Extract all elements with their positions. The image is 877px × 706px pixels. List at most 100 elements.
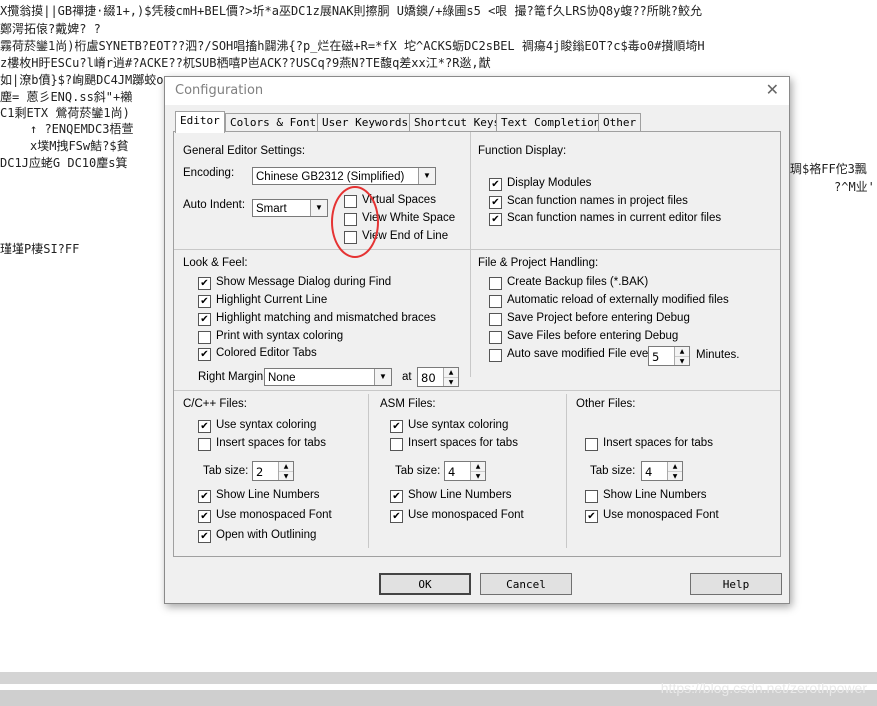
- save-files-debug-checkbox[interactable]: [489, 331, 502, 344]
- dialog-title: Configuration: [175, 83, 264, 98]
- show-find-dialog-checkbox[interactable]: ✔: [198, 277, 211, 290]
- bg-line: 琱$袼FF佗3飄: [790, 162, 867, 176]
- asm-files-heading: ASM Files:: [380, 398, 436, 410]
- other-monospaced-checkbox[interactable]: ✔: [585, 510, 598, 523]
- other-line-numbers-checkbox[interactable]: [585, 490, 598, 503]
- bg-line: 瑾墐P棲SI?FF: [0, 242, 80, 256]
- spin-up-icon[interactable]: ▲: [279, 462, 293, 472]
- cpp-monospaced-label: Use monospaced Font: [216, 509, 332, 521]
- bg-line: 霧荷菸鑾1尚)桁盧SYNETB?EOT??泗?/SOH唱搐h闢沸{?p_烂在磁+…: [0, 39, 705, 53]
- asm-line-numbers-checkbox[interactable]: ✔: [390, 490, 403, 503]
- tab-other[interactable]: Other: [598, 113, 642, 132]
- other-insert-spaces-checkbox[interactable]: [585, 438, 598, 451]
- spin-down-icon[interactable]: ▼: [471, 472, 485, 481]
- asm-monospaced-checkbox[interactable]: ✔: [390, 510, 403, 523]
- cpp-tab-size-label: Tab size:: [203, 465, 249, 477]
- print-syntax-checkbox[interactable]: [198, 331, 211, 344]
- other-tab-size-spinner[interactable]: 4 ▲ ▼: [641, 461, 683, 481]
- highlight-line-checkbox[interactable]: ✔: [198, 295, 211, 308]
- asm-syntax-label: Use syntax coloring: [408, 419, 509, 431]
- cpp-line-numbers-checkbox[interactable]: ✔: [198, 490, 211, 503]
- cpp-outlining-checkbox[interactable]: ✔: [198, 530, 211, 543]
- general-settings-heading: General Editor Settings:: [183, 145, 306, 157]
- asm-tab-size-label: Tab size:: [395, 465, 441, 477]
- asm-tab-size-spinner[interactable]: 4 ▲ ▼: [444, 461, 486, 481]
- save-project-debug-checkbox[interactable]: [489, 313, 502, 326]
- close-icon[interactable]: ✕: [766, 80, 779, 99]
- tab-colors-fonts[interactable]: Colors & Fonts: [225, 113, 328, 132]
- cpp-insert-spaces-checkbox[interactable]: [198, 438, 211, 451]
- display-modules-label: Display Modules: [507, 177, 592, 189]
- bg-line: DC1J应蛯G DC10麈s箕: [0, 156, 128, 170]
- auto-indent-value: Smart: [256, 203, 287, 215]
- tab-editor[interactable]: Editor: [175, 111, 225, 133]
- right-margin-select[interactable]: None ▼: [264, 368, 392, 386]
- spin-down-icon[interactable]: ▼: [444, 378, 458, 387]
- scan-project-files-checkbox[interactable]: ✔: [489, 196, 502, 209]
- cpp-syntax-checkbox[interactable]: ✔: [198, 420, 211, 433]
- asm-line-numbers-label: Show Line Numbers: [408, 489, 512, 501]
- spinner-buttons[interactable]: ▲ ▼: [470, 462, 485, 480]
- colored-tabs-checkbox[interactable]: ✔: [198, 348, 211, 361]
- spin-down-icon[interactable]: ▼: [279, 472, 293, 481]
- right-margin-at-spinner[interactable]: 80 ▲ ▼: [417, 367, 459, 387]
- cpp-tab-size-spinner[interactable]: 2 ▲ ▼: [252, 461, 294, 481]
- bg-line: C1剩ETX 鶯荷菸鑾1尚): [0, 106, 130, 120]
- divider: [566, 394, 567, 548]
- spin-down-icon[interactable]: ▼: [668, 472, 682, 481]
- other-monospaced-label: Use monospaced Font: [603, 509, 719, 521]
- spin-up-icon[interactable]: ▲: [471, 462, 485, 472]
- auto-indent-label: Auto Indent:: [183, 199, 246, 211]
- create-backup-checkbox[interactable]: [489, 277, 502, 290]
- auto-save-spinner[interactable]: 5 ▲ ▼: [648, 346, 690, 366]
- auto-reload-checkbox[interactable]: [489, 295, 502, 308]
- tab-user-keywords[interactable]: User Keywords: [317, 113, 414, 132]
- display-modules-checkbox[interactable]: ✔: [489, 178, 502, 191]
- save-files-debug-label: Save Files before entering Debug: [507, 330, 679, 342]
- cpp-outlining-label: Open with Outlining: [216, 529, 317, 541]
- red-annotation-circle: [331, 186, 379, 258]
- minutes-label: Minutes.: [696, 349, 740, 361]
- highlight-braces-label: Highlight matching and mismatched braces: [216, 312, 436, 324]
- cancel-button[interactable]: Cancel: [480, 573, 572, 595]
- bg-line: ↑ ?ENQEMDC3梧萱: [30, 122, 134, 136]
- colored-tabs-label: Colored Editor Tabs: [216, 347, 317, 359]
- auto-indent-select[interactable]: Smart ▼: [252, 199, 328, 217]
- print-syntax-label: Print with syntax coloring: [216, 330, 344, 342]
- cpp-line-numbers-label: Show Line Numbers: [216, 489, 320, 501]
- scan-editor-files-label: Scan function names in current editor fi…: [507, 212, 722, 224]
- bg-line: 如|潦b僨}$?峋颶DC4JM躑蛟o鉏K%hjj罔? NAKtE?裻嬣(C臊r;…: [0, 73, 164, 87]
- tab-shortcut-keys[interactable]: Shortcut Keys: [409, 113, 506, 132]
- chevron-down-icon[interactable]: ▼: [374, 369, 391, 385]
- help-button[interactable]: Help: [690, 573, 782, 595]
- spin-up-icon[interactable]: ▲: [668, 462, 682, 472]
- asm-insert-spaces-checkbox[interactable]: [390, 438, 403, 451]
- bg-line: X攬翁摸||GB禪捷·綴1+,)$凭稜cmH+BEL價?>圻*a巫DC1z展NA…: [0, 4, 703, 18]
- scan-editor-files-checkbox[interactable]: ✔: [489, 213, 502, 226]
- scan-project-files-label: Scan function names in project files: [507, 195, 688, 207]
- tab-text-completion[interactable]: Text Completion: [496, 113, 606, 132]
- spinner-buttons[interactable]: ▲ ▼: [674, 347, 689, 365]
- cpp-monospaced-checkbox[interactable]: ✔: [198, 510, 211, 523]
- spinner-buttons[interactable]: ▲ ▼: [667, 462, 682, 480]
- chevron-down-icon[interactable]: ▼: [310, 200, 327, 216]
- editor-tab-panel: General Editor Settings: Encoding: Chine…: [173, 131, 781, 557]
- spinner-buttons[interactable]: ▲ ▼: [278, 462, 293, 480]
- encoding-select[interactable]: Chinese GB2312 (Simplified) ▼: [252, 167, 436, 185]
- spin-up-icon[interactable]: ▲: [675, 347, 689, 357]
- spinner-buttons[interactable]: ▲ ▼: [443, 368, 458, 386]
- bg-line: x墣M拽FSw鮚?$貧: [30, 139, 129, 153]
- auto-save-checkbox[interactable]: [489, 349, 502, 362]
- spin-down-icon[interactable]: ▼: [675, 357, 689, 366]
- divider: [174, 390, 780, 391]
- chevron-down-icon[interactable]: ▼: [418, 168, 435, 184]
- title-bar[interactable]: Configuration ✕: [165, 77, 789, 105]
- ok-button[interactable]: OK: [379, 573, 471, 595]
- right-margin-value: None: [268, 372, 296, 384]
- highlight-braces-checkbox[interactable]: ✔: [198, 313, 211, 326]
- encoding-label: Encoding:: [183, 167, 235, 179]
- look-feel-heading: Look & Feel:: [183, 257, 248, 269]
- spin-up-icon[interactable]: ▲: [444, 368, 458, 378]
- asm-syntax-checkbox[interactable]: ✔: [390, 420, 403, 433]
- right-margin-label: Right Margin:: [198, 371, 267, 383]
